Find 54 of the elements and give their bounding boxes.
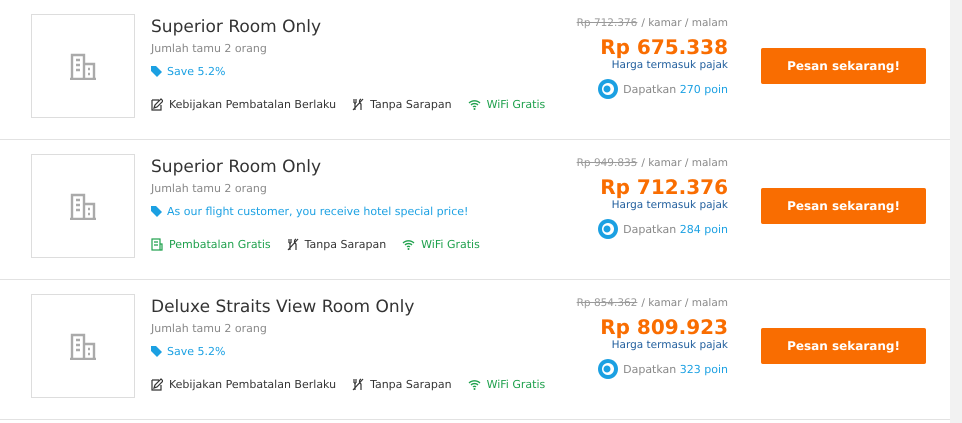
- guest-count: Jumlah tamu 2 orang: [151, 322, 268, 335]
- building-icon: [69, 52, 97, 80]
- feature-label: Tanpa Sarapan: [370, 378, 452, 391]
- room-price: Rp 675.338: [600, 35, 728, 59]
- utensils-icon: [286, 238, 299, 251]
- feature-label: Kebijakan Pembatalan Berlaku: [169, 378, 336, 391]
- points-icon: [598, 359, 618, 379]
- price-unit: / kamar / malam: [641, 297, 728, 309]
- tax-note: Harga termasuk pajak: [612, 59, 728, 71]
- utensils-icon: [352, 378, 364, 391]
- promo-text: Save 5.2%: [167, 345, 226, 358]
- document-icon: [151, 238, 163, 251]
- price-unit: / kamar / malam: [641, 157, 728, 169]
- feature-label: WiFi Gratis: [421, 238, 480, 251]
- promo-text: Save 5.2%: [167, 65, 226, 78]
- price-unit: / kamar / malam: [641, 17, 728, 29]
- pencil-note-icon: [151, 98, 163, 111]
- points-icon: [598, 79, 618, 99]
- tax-note: Harga termasuk pajak: [612, 199, 728, 211]
- room-price: Rp 809.923: [600, 315, 728, 339]
- original-price: Rp 712.376: [576, 17, 638, 29]
- feature-label: Kebijakan Pembatalan Berlaku: [169, 98, 336, 111]
- points-text: Dapatkan 323 poin: [623, 362, 728, 376]
- feature-label: Pembatalan Gratis: [169, 238, 271, 251]
- points-icon: [598, 219, 618, 239]
- promo-text: As our flight customer, you receive hotel special price!: [167, 205, 468, 218]
- feature-label: Tanpa Sarapan: [370, 98, 452, 111]
- room-name: Superior Room Only: [151, 17, 322, 37]
- feature-label: Tanpa Sarapan: [304, 238, 386, 251]
- room-name: Deluxe Straits View Room Only: [151, 297, 416, 317]
- points-text: Dapatkan 284 poin: [623, 222, 728, 236]
- tag-icon: [151, 66, 162, 77]
- feature-label: WiFi Gratis: [486, 98, 546, 111]
- wifi-icon: [402, 239, 416, 250]
- book-now-button[interactable]: Pesan sekarang!: [761, 328, 926, 364]
- tag-icon: [151, 346, 162, 357]
- feature-label: WiFi Gratis: [486, 378, 546, 391]
- book-now-button[interactable]: Pesan sekarang!: [761, 188, 926, 224]
- guest-count: Jumlah tamu 2 orang: [151, 42, 268, 55]
- tag-icon: [151, 206, 162, 217]
- building-icon: [69, 192, 97, 220]
- room-name: Superior Room Only: [151, 157, 322, 177]
- original-price: Rp 949.835: [576, 157, 638, 169]
- book-now-button[interactable]: Pesan sekarang!: [761, 48, 926, 84]
- pencil-note-icon: [151, 378, 163, 391]
- room-price: Rp 712.376: [600, 175, 728, 199]
- tax-note: Harga termasuk pajak: [612, 339, 728, 351]
- points-text: Dapatkan 270 poin: [623, 82, 728, 96]
- wifi-icon: [468, 99, 481, 110]
- utensils-icon: [352, 98, 364, 111]
- wifi-icon: [468, 379, 481, 390]
- building-icon: [69, 332, 97, 360]
- original-price: Rp 854.362: [576, 297, 638, 309]
- guest-count: Jumlah tamu 2 orang: [151, 182, 268, 195]
